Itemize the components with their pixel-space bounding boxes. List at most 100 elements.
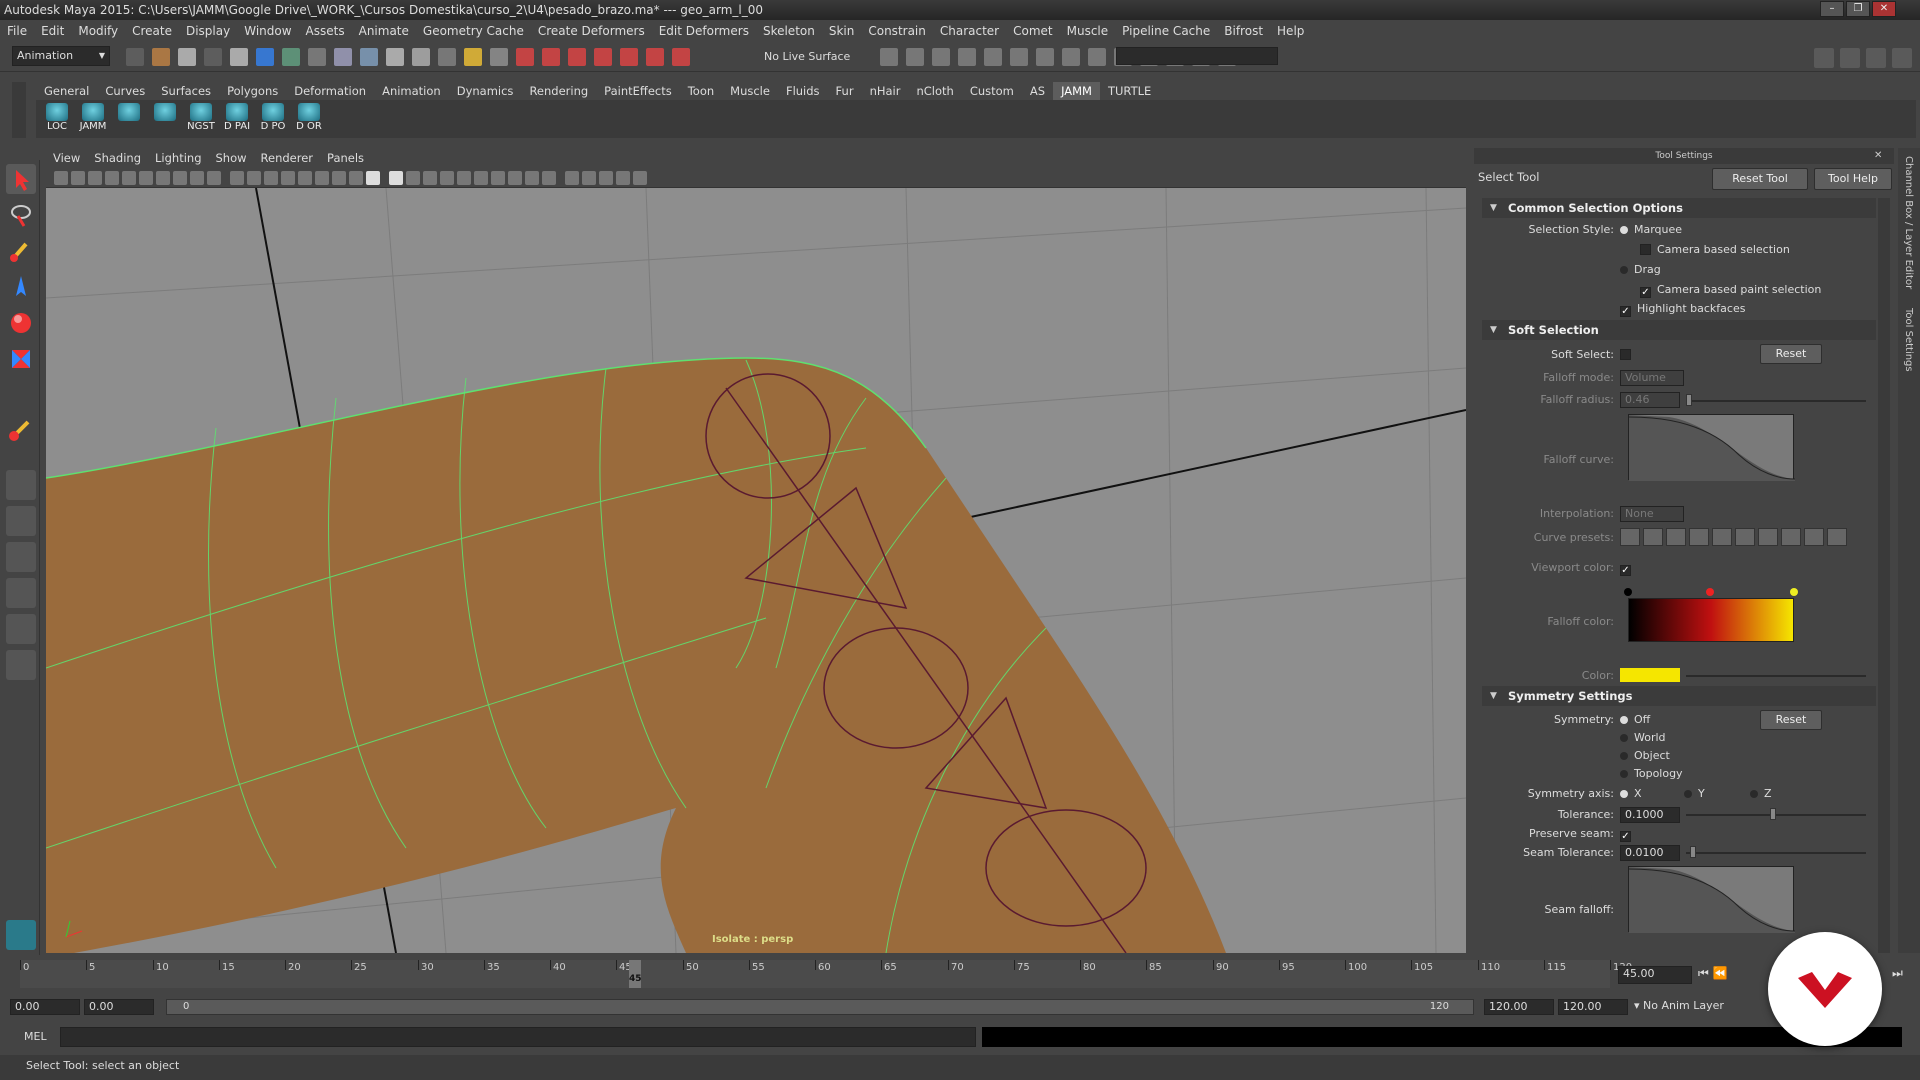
curve-preset-icon[interactable] [1827, 528, 1847, 546]
seam-falloff-graph[interactable] [1628, 866, 1796, 933]
viewport-tool-icon[interactable] [633, 171, 647, 185]
camera-based-paint-checkbox[interactable]: ✓ Camera based paint selection [1640, 282, 1821, 298]
falloff-mode-dropdown[interactable]: Volume [1620, 370, 1684, 386]
status-tool-icon[interactable] [204, 48, 222, 66]
single-pane-icon[interactable] [6, 470, 36, 500]
falloff-radius-slider[interactable] [1686, 400, 1866, 402]
symmetry-off-radio[interactable]: Off [1620, 712, 1650, 728]
common-selection-header[interactable]: Common Selection Options [1482, 198, 1876, 218]
status-panel-icon[interactable] [932, 48, 950, 66]
tool-settings-tab[interactable]: Tool Settings [1903, 308, 1914, 372]
playback-start-field[interactable]: 0.00 [84, 999, 154, 1015]
tab-dynamics[interactable]: Dynamics [449, 82, 522, 100]
menu-create[interactable]: Create [125, 20, 179, 42]
viewport-tool-icon[interactable] [247, 171, 261, 185]
menu-edit-deformers[interactable]: Edit Deformers [652, 20, 756, 42]
viewport-color-checkbox[interactable]: ✓ [1620, 560, 1637, 576]
shelf-button-d-po[interactable]: D PO [256, 103, 290, 137]
axis-x-radio[interactable]: X [1620, 786, 1642, 802]
viewport-tool-icon[interactable] [389, 171, 403, 185]
viewport-tool-icon[interactable] [582, 171, 596, 185]
anim-layer-dropdown[interactable]: ▾ No Anim Layer [1634, 999, 1754, 1015]
viewport-tool-icon[interactable] [230, 171, 244, 185]
minimize-button[interactable]: – [1820, 1, 1844, 17]
menu-edit[interactable]: Edit [34, 20, 71, 42]
command-language-label[interactable]: MEL [24, 1030, 47, 1043]
viewport-menu-renderer[interactable]: Renderer [254, 148, 321, 168]
seam-tolerance-slider-handle[interactable] [1690, 846, 1696, 858]
ramp-marker-black[interactable] [1624, 588, 1632, 596]
menu-file[interactable]: File [0, 20, 34, 42]
tab-rendering[interactable]: Rendering [521, 82, 596, 100]
close-button[interactable]: ✕ [1872, 1, 1896, 17]
camera-based-selection-checkbox[interactable]: Camera based selection [1640, 242, 1790, 258]
falloff-radius-field[interactable]: 0.46 [1620, 392, 1680, 408]
channel-box-tab[interactable]: Channel Box / Layer Editor [1903, 156, 1914, 289]
viewport-tool-icon[interactable] [71, 171, 85, 185]
curve-preset-icon[interactable] [1758, 528, 1778, 546]
hypershade-pane-icon[interactable] [6, 614, 36, 644]
end-time-field[interactable]: 120.00 [1558, 999, 1628, 1015]
curve-preset-icon[interactable] [1735, 528, 1755, 546]
outliner-pane-icon[interactable] [6, 542, 36, 572]
status-tool-icon[interactable] [672, 48, 690, 66]
status-tool-icon[interactable] [230, 48, 248, 66]
marquee-radio[interactable]: Marquee [1620, 222, 1682, 238]
status-tool-icon[interactable] [542, 48, 560, 66]
tab-general[interactable]: General [36, 82, 97, 100]
viewport-tool-icon[interactable] [423, 171, 437, 185]
channel-box-icon[interactable] [1892, 48, 1912, 68]
viewport-tool-icon[interactable] [491, 171, 505, 185]
ramp-marker-yellow[interactable] [1790, 588, 1798, 596]
soft-select-checkbox[interactable] [1620, 347, 1637, 363]
interpolation-dropdown[interactable]: None [1620, 506, 1684, 522]
shelf-button-d-or[interactable]: D OR [292, 103, 326, 137]
mode-dropdown[interactable]: Animation ▼ [12, 46, 110, 66]
tab-animation[interactable]: Animation [374, 82, 449, 100]
viewport-tool-icon[interactable] [457, 171, 471, 185]
menu-display[interactable]: Display [179, 20, 237, 42]
time-slider[interactable]: 0 5 10 15 20 25 30 35 40 45 50 55 60 65 70 75 80 85 90 95 10… [20, 960, 1632, 988]
menu-window[interactable]: Window [237, 20, 298, 42]
tab-ncloth[interactable]: nCloth [908, 82, 961, 100]
command-input[interactable] [60, 1027, 976, 1047]
status-tool-icon[interactable] [646, 48, 664, 66]
status-panel-icon[interactable] [958, 48, 976, 66]
viewport-tool-icon[interactable] [332, 171, 346, 185]
status-tool-icon[interactable] [568, 48, 586, 66]
paint-select-icon[interactable] [6, 236, 36, 266]
viewport-tool-icon[interactable] [88, 171, 102, 185]
reset-tool-button[interactable]: Reset Tool [1712, 168, 1808, 190]
menu-constrain[interactable]: Constrain [861, 20, 933, 42]
viewport-tool-icon[interactable] [190, 171, 204, 185]
falloff-radius-slider-handle[interactable] [1686, 394, 1692, 406]
attribute-editor-icon[interactable] [1840, 48, 1860, 68]
status-tool-icon[interactable] [282, 48, 300, 66]
menu-skin[interactable]: Skin [822, 20, 862, 42]
tab-nhair[interactable]: nHair [862, 82, 909, 100]
menu-animate[interactable]: Animate [352, 20, 416, 42]
menu-comet[interactable]: Comet [1006, 20, 1060, 42]
viewport-tool-icon[interactable] [565, 171, 579, 185]
menu-create-deformers[interactable]: Create Deformers [531, 20, 652, 42]
tab-toon[interactable]: Toon [680, 82, 722, 100]
viewport-tool-icon[interactable] [156, 171, 170, 185]
curve-preset-icon[interactable] [1620, 528, 1640, 546]
menu-assets[interactable]: Assets [299, 20, 352, 42]
shelf-button-loc[interactable]: LOC [40, 103, 74, 137]
viewport-menu-lighting[interactable]: Lighting [148, 148, 208, 168]
curve-preset-icon[interactable] [1712, 528, 1732, 546]
status-tool-icon[interactable] [412, 48, 430, 66]
tab-fur[interactable]: Fur [828, 82, 862, 100]
curve-preset-icon[interactable] [1643, 528, 1663, 546]
menu-bifrost[interactable]: Bifrost [1217, 20, 1270, 42]
curve-preset-icon[interactable] [1666, 528, 1686, 546]
shelf-button-2[interactable] [112, 103, 146, 137]
status-panel-icon[interactable] [906, 48, 924, 66]
status-tool-icon[interactable] [386, 48, 404, 66]
viewport-tool-icon[interactable] [264, 171, 278, 185]
close-icon[interactable]: ✕ [1874, 150, 1882, 161]
viewport-tool-icon[interactable] [207, 171, 221, 185]
status-tool-icon[interactable] [308, 48, 326, 66]
seam-tolerance-field[interactable]: 0.0100 [1620, 845, 1680, 861]
